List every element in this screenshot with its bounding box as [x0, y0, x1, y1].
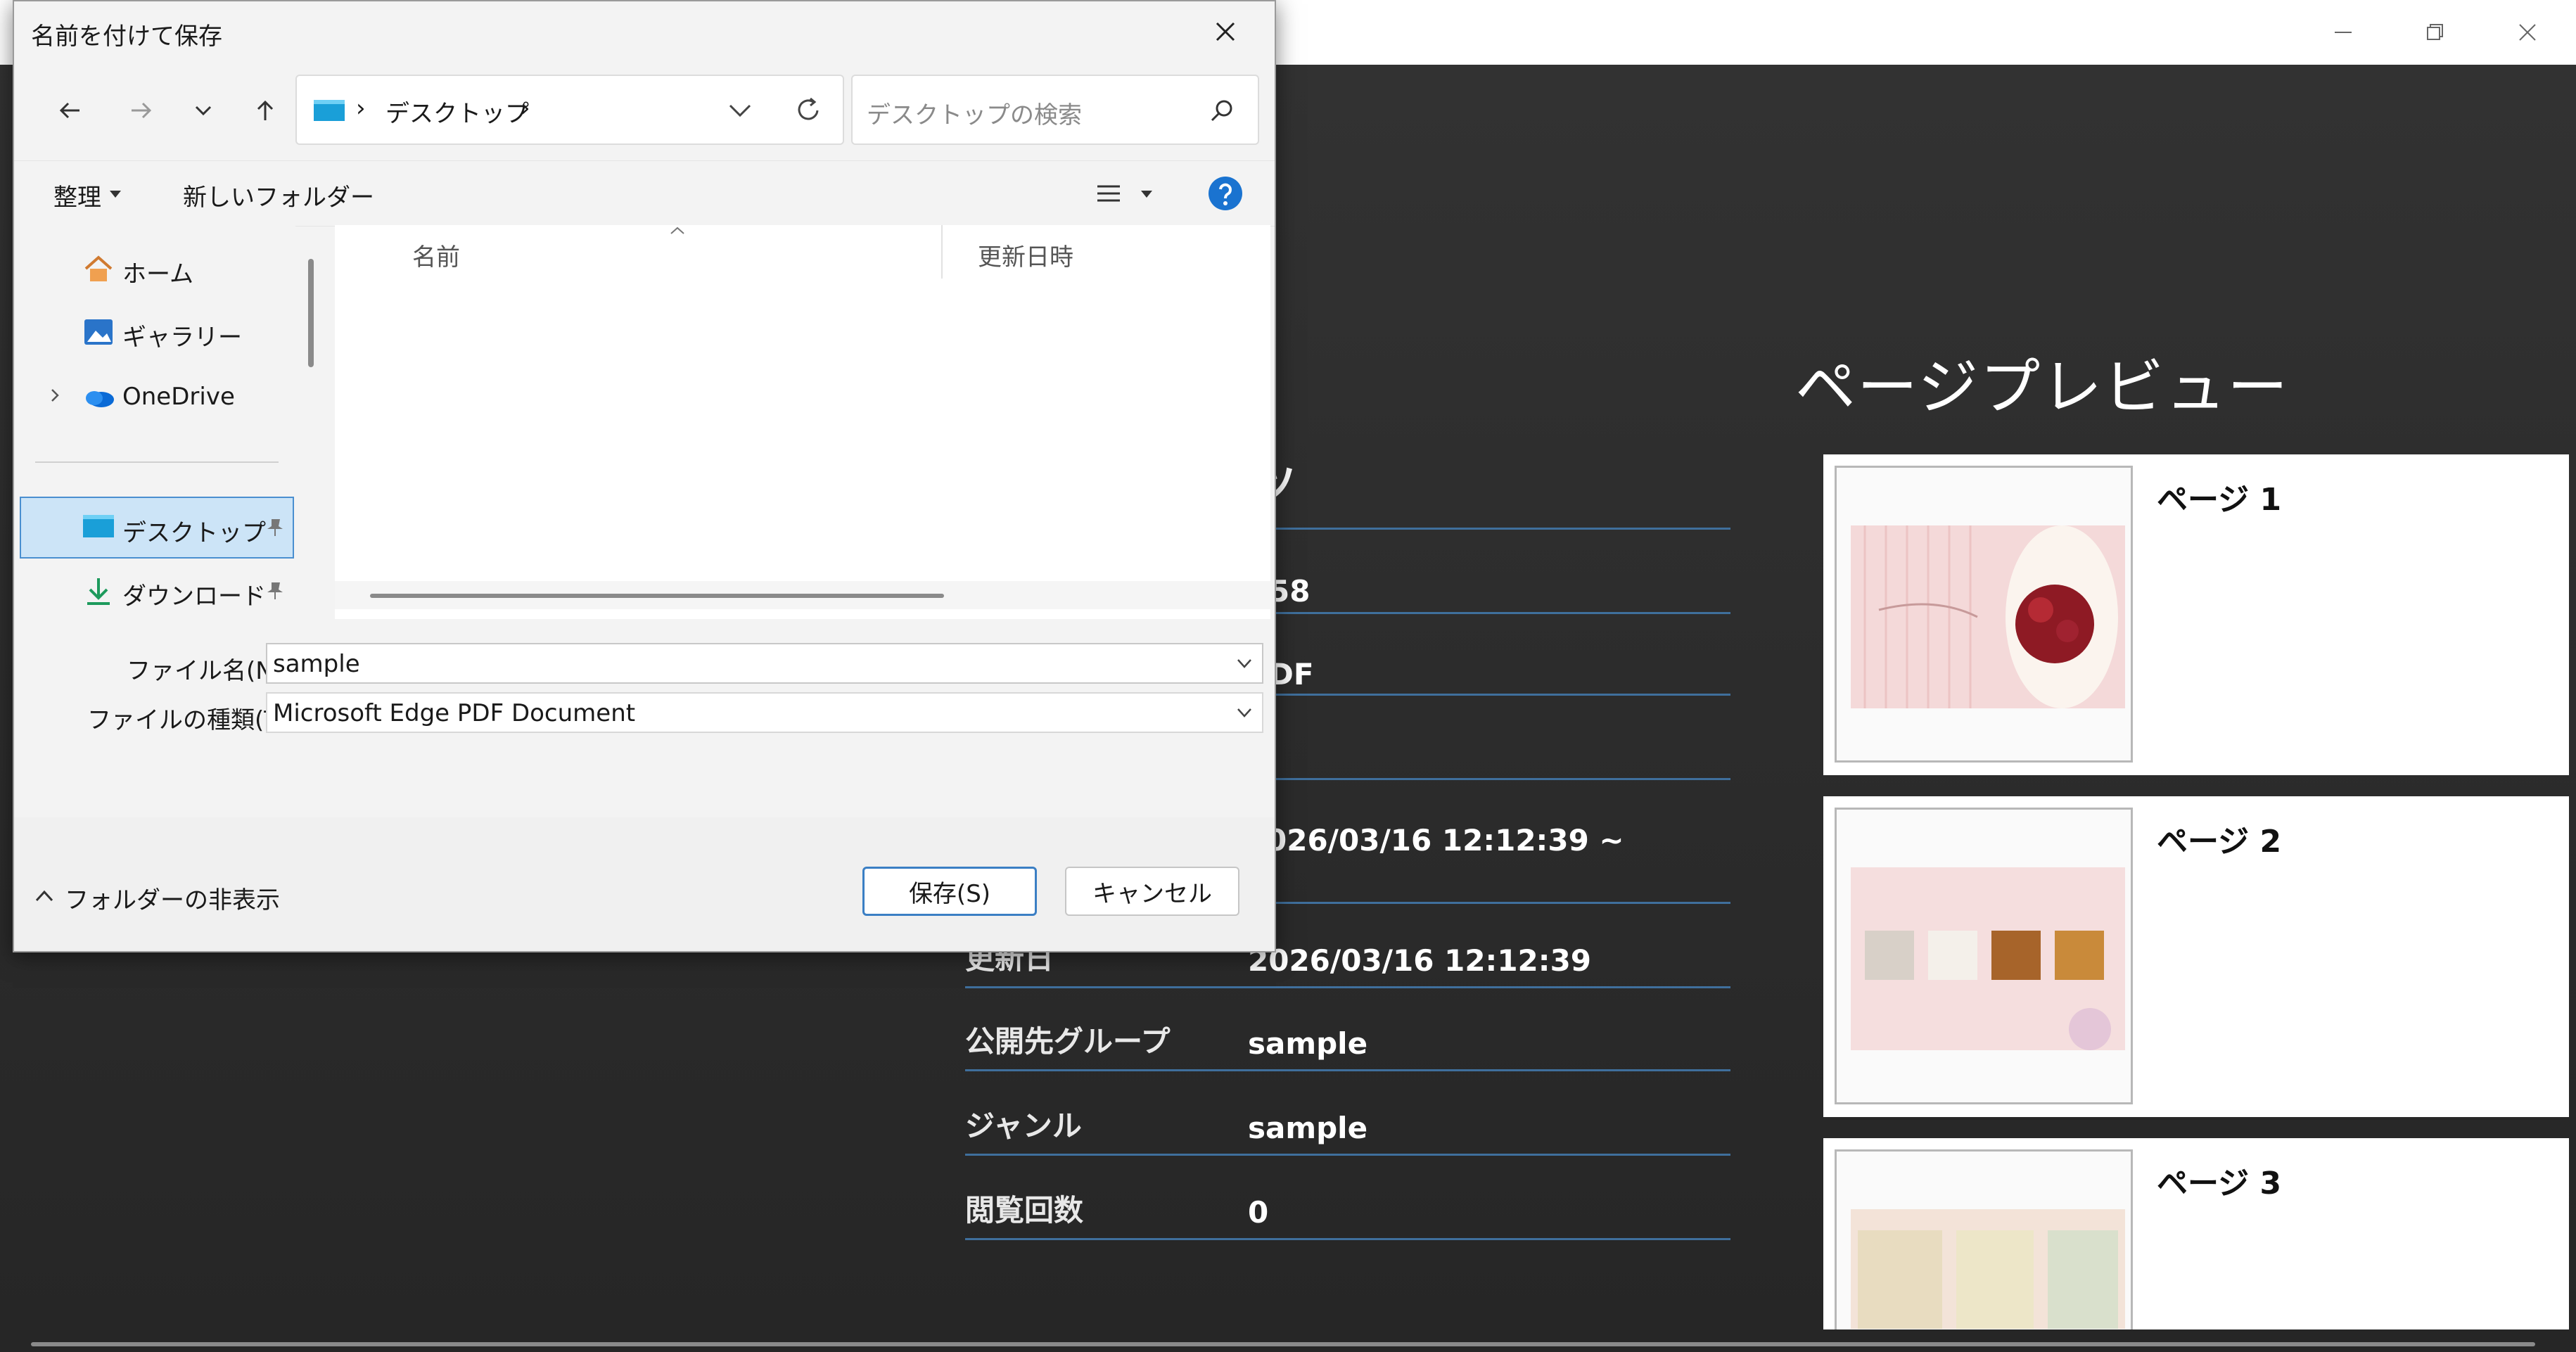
save-button[interactable]: 保存(S): [862, 867, 1037, 916]
horizontal-scrollbar[interactable]: [31, 1342, 2535, 1346]
caret-down-icon[interactable]: [1140, 189, 1154, 199]
filetype-select[interactable]: Microsoft Edge PDF Document: [266, 692, 1263, 733]
breadcrumb-separator: ›: [356, 94, 366, 122]
file-list-hscroll[interactable]: [335, 581, 1270, 609]
search-input[interactable]: デスクトップの検索: [851, 75, 1259, 145]
forward-arrow-icon[interactable]: [117, 86, 166, 135]
save-as-dialog: 名前を付けて保存 › デスクトップ › デスクトップの検索 整理 新しいフォルダ…: [13, 0, 1276, 952]
thumbnail-image: [1851, 1209, 2125, 1329]
page-thumbnail[interactable]: [1835, 1149, 2133, 1329]
detail-label: 閲覧回数: [965, 1193, 1084, 1227]
thumbnail-image: [1851, 867, 2125, 1050]
nav-item-downloads[interactable]: ダウンロード: [122, 577, 266, 611]
refresh-icon[interactable]: [793, 96, 823, 125]
search-placeholder: デスクトップの検索: [867, 101, 1082, 129]
page-label: ページ 3: [2157, 1166, 2282, 1201]
download-icon: [87, 578, 110, 605]
nav-item-desktop[interactable]: デスクトップ: [122, 514, 266, 548]
recent-locations-chevron-icon[interactable]: [179, 86, 228, 135]
new-folder-button[interactable]: 新しいフォルダー: [183, 178, 374, 212]
up-arrow-icon[interactable]: [241, 86, 290, 135]
help-icon[interactable]: [1207, 175, 1244, 212]
desktop-folder-icon: [314, 100, 345, 121]
page-preview-card[interactable]: ページ 2: [1823, 796, 2569, 1117]
thumbnail-image: [1851, 525, 2125, 708]
nav-item-home[interactable]: ホーム: [122, 255, 193, 289]
filename-value: sample: [273, 650, 360, 678]
nav-pane-scrollbar[interactable]: [308, 259, 314, 367]
cancel-button[interactable]: キャンセル: [1065, 867, 1239, 916]
navigation-pane: ホーム ギャラリー OneDrive デスクトップ ダウンロード: [14, 225, 295, 619]
column-header-name[interactable]: 名前: [412, 238, 460, 272]
detail-label: 公開先グループ: [965, 1024, 1171, 1059]
desktop-folder-icon: [83, 515, 114, 537]
breadcrumb-desktop[interactable]: デスクトップ: [385, 94, 529, 129]
nav-item-onedrive[interactable]: OneDrive: [122, 383, 235, 411]
nav-item-gallery[interactable]: ギャラリー: [122, 318, 242, 352]
breadcrumb-separator[interactable]: ›: [521, 94, 530, 122]
hide-folders-toggle[interactable]: フォルダーの非表示: [65, 881, 280, 915]
detail-row-group: 公開先グループ sample: [965, 999, 1730, 1071]
detail-value: 0: [1248, 1195, 1269, 1230]
caret-down-icon: [110, 191, 121, 198]
address-bar[interactable]: › デスクトップ ›: [295, 75, 844, 145]
column-header-modified[interactable]: 更新日時: [978, 238, 1073, 272]
pin-icon[interactable]: [264, 580, 286, 601]
page-thumbnail[interactable]: [1835, 808, 2133, 1104]
gallery-icon: [84, 319, 113, 345]
filetype-value: Microsoft Edge PDF Document: [273, 699, 636, 727]
filetype-label: ファイルの種類(T):: [87, 706, 296, 734]
scroll-thumb[interactable]: [370, 594, 944, 598]
search-icon[interactable]: [1209, 97, 1237, 125]
restore-icon[interactable]: [2396, 13, 2473, 52]
organize-menu[interactable]: 整理: [53, 178, 101, 212]
page-label: ページ 1: [2157, 482, 2282, 518]
detail-value: 2026/03/16 12:12:39: [1248, 943, 1592, 978]
back-arrow-icon[interactable]: [45, 86, 94, 135]
detail-row-views: 閲覧回数 0: [965, 1168, 1730, 1240]
close-window-icon[interactable]: [2489, 13, 2566, 52]
dialog-toolbar: 整理 新しいフォルダー: [14, 160, 1275, 227]
onedrive-cloud-icon: [86, 391, 114, 407]
file-list[interactable]: 名前 更新日時: [335, 225, 1270, 619]
filename-input[interactable]: sample: [266, 643, 1263, 684]
chevron-up-icon[interactable]: [34, 888, 55, 905]
detail-label: ジャンル: [965, 1109, 1082, 1143]
sort-up-icon: [670, 227, 684, 234]
column-separator[interactable]: [941, 225, 943, 279]
minimize-icon[interactable]: [2304, 13, 2382, 52]
detail-row-genre: ジャンル sample: [965, 1083, 1730, 1156]
chevron-down-icon[interactable]: [1234, 702, 1255, 723]
chevron-down-icon[interactable]: [1234, 653, 1255, 674]
page-preview-title: ページプレビュー: [1795, 352, 2290, 423]
dialog-title: 名前を付けて保存: [31, 23, 222, 51]
address-dropdown-icon[interactable]: [727, 100, 753, 121]
dialog-close-icon[interactable]: [1183, 1, 1268, 62]
dialog-footer: フォルダーの非表示 保存(S) キャンセル: [14, 817, 1275, 951]
home-icon: [84, 255, 113, 281]
page-preview-card[interactable]: ページ 3: [1823, 1138, 2569, 1329]
pin-icon[interactable]: [264, 516, 286, 537]
view-list-icon[interactable]: [1095, 179, 1123, 208]
detail-value: sample: [1248, 1111, 1368, 1145]
page-preview-card[interactable]: ページ 1: [1823, 454, 2569, 775]
expand-chevron-icon[interactable]: [46, 387, 63, 404]
nav-separator: [35, 461, 279, 463]
page-thumbnail[interactable]: [1835, 466, 2133, 763]
detail-value: sample: [1248, 1026, 1368, 1061]
page-label: ページ 2: [2157, 824, 2282, 860]
